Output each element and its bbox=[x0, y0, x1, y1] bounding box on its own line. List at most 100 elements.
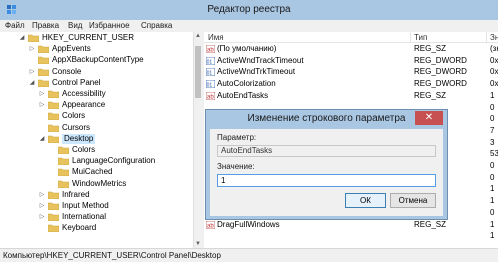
value-data-input[interactable]: 1 bbox=[217, 174, 436, 187]
svg-text:ab: ab bbox=[207, 94, 214, 100]
expander-icon[interactable] bbox=[48, 179, 56, 189]
value-row[interactable]: 01 AutoColorization REG_DWORD 0x bbox=[204, 79, 498, 89]
tree-node-label: MuiCached bbox=[72, 167, 113, 177]
value-row[interactable]: ab AutoEndTasks REG_SZ 1 bbox=[204, 91, 498, 101]
column-name[interactable]: Имя bbox=[208, 33, 224, 42]
string-value-icon: ab bbox=[206, 220, 215, 229]
svg-text:01: 01 bbox=[207, 59, 213, 65]
status-bar: Компьютер\HKEY_CURRENT_USER\Control Pane… bbox=[0, 248, 498, 262]
string-value-icon: ab bbox=[206, 91, 215, 100]
tree-node-label: Cursors bbox=[62, 122, 91, 132]
tree-node-label: Infrared bbox=[62, 189, 90, 199]
column-divider[interactable] bbox=[486, 32, 487, 43]
binary-value-icon: 01 bbox=[206, 68, 215, 77]
column-type[interactable]: Тип bbox=[414, 33, 427, 42]
value-data: 0x bbox=[490, 67, 498, 77]
value-data: 1 bbox=[490, 90, 495, 100]
folder-icon bbox=[38, 79, 49, 87]
value-data: 0 bbox=[490, 161, 495, 170]
expander-icon[interactable] bbox=[48, 167, 56, 177]
ok-button[interactable]: ОК bbox=[345, 193, 386, 208]
tree-node-label: AppEvents bbox=[52, 44, 91, 54]
tree-scrollbar[interactable]: ▲ ▼ bbox=[193, 32, 201, 248]
expander-icon[interactable] bbox=[48, 145, 56, 155]
value-data: 53 bbox=[490, 149, 498, 159]
expander-icon[interactable] bbox=[38, 123, 46, 133]
folder-icon bbox=[58, 180, 69, 188]
folder-icon bbox=[58, 169, 69, 177]
tree-node-label: Colors bbox=[72, 145, 96, 154]
value-row[interactable]: 01 ActiveWndTrackTimeout REG_DWORD 0x bbox=[204, 56, 498, 66]
menu-favorites[interactable]: Избранное bbox=[89, 21, 130, 30]
value-data: 0x bbox=[490, 55, 498, 65]
folder-icon bbox=[48, 101, 59, 110]
value-data: 1 bbox=[490, 219, 495, 229]
expander-icon[interactable]: ▷ bbox=[38, 190, 46, 200]
tree-node-label: HKEY_CURRENT_USER bbox=[42, 33, 135, 42]
svg-text:ab: ab bbox=[207, 223, 214, 229]
value-data: 0 bbox=[490, 114, 495, 124]
value-name-label: Параметр: bbox=[217, 133, 257, 142]
folder-icon bbox=[58, 146, 69, 154]
tree-node-label: Accessibility bbox=[62, 89, 106, 98]
tree-node-label: Desktop bbox=[62, 133, 96, 144]
expander-icon[interactable]: ▷ bbox=[38, 212, 46, 222]
expander-icon[interactable]: ◢ bbox=[18, 33, 26, 43]
menu-edit[interactable]: Правка bbox=[32, 21, 59, 30]
cancel-button[interactable]: Отмена bbox=[390, 193, 436, 208]
menu-view[interactable]: Вид bbox=[68, 21, 82, 30]
value-name-field: AutoEndTasks bbox=[217, 145, 436, 157]
expander-icon[interactable]: ▷ bbox=[38, 89, 46, 99]
svg-text:01: 01 bbox=[207, 71, 213, 77]
menu-file[interactable]: Файл bbox=[5, 21, 25, 30]
tree-node-label: Keyboard bbox=[62, 223, 97, 233]
value-data: 0 bbox=[490, 207, 495, 217]
expander-icon[interactable]: ▷ bbox=[28, 44, 36, 54]
value-data: 0 bbox=[490, 172, 495, 182]
value-name: DragFullWindows bbox=[217, 219, 280, 229]
title-bar[interactable]: Редактор реестра bbox=[0, 0, 498, 20]
expander-icon[interactable] bbox=[48, 156, 56, 166]
value-row[interactable]: ab(По умолчанию) REG_SZ (зн bbox=[204, 44, 498, 54]
folder-icon bbox=[48, 113, 59, 121]
value-row[interactable]: ab DragFullWindows REG_SZ 1 bbox=[204, 220, 498, 230]
expander-icon[interactable]: ◢ bbox=[38, 134, 46, 144]
menu-bar: Файл Правка Вид Избранное Справка bbox=[0, 20, 498, 32]
dialog-title: Изменение строкового параметра bbox=[247, 113, 406, 124]
expander-icon[interactable]: ▷ bbox=[38, 100, 46, 110]
expander-icon[interactable] bbox=[38, 111, 46, 121]
column-divider[interactable] bbox=[410, 32, 411, 43]
close-icon[interactable]: ✕ bbox=[415, 111, 443, 125]
value-name: AutoColorization bbox=[217, 79, 276, 89]
value-row[interactable]: 1 bbox=[204, 231, 498, 241]
expander-icon[interactable] bbox=[38, 223, 46, 233]
folder-icon bbox=[38, 45, 49, 54]
status-path: Компьютер\HKEY_CURRENT_USER\Control Pane… bbox=[3, 251, 221, 260]
expander-icon[interactable]: ▷ bbox=[28, 67, 36, 77]
tree-node-label: LanguageConfiguration bbox=[72, 156, 156, 166]
tree-node-label: Input Method bbox=[62, 201, 109, 210]
expander-icon[interactable]: ▷ bbox=[38, 201, 46, 211]
expander-icon[interactable]: ◢ bbox=[28, 78, 36, 88]
value-type: REG_SZ bbox=[414, 90, 447, 100]
value-data: 3 bbox=[490, 137, 495, 147]
value-type: REG_DWORD bbox=[414, 55, 467, 65]
value-data: 0x bbox=[490, 79, 498, 89]
folder-icon bbox=[48, 124, 59, 132]
value-data: 0 bbox=[490, 102, 495, 112]
key-tree: ◢ HKEY_CURRENT_USER ▷ AppEvents AppXBackupCo… bbox=[0, 32, 193, 248]
folder-icon bbox=[38, 68, 49, 76]
expander-icon[interactable] bbox=[28, 55, 36, 65]
tree-node-label: WindowMetrics bbox=[72, 178, 127, 188]
value-data: 1 bbox=[490, 231, 495, 241]
tree-node-label: International bbox=[62, 212, 107, 222]
tree-node-label: Appearance bbox=[62, 100, 106, 110]
column-value[interactable]: Зн bbox=[490, 33, 498, 42]
value-row[interactable]: 01 ActiveWndTrkTimeout REG_DWORD 0x bbox=[204, 67, 498, 77]
value-data: 1 bbox=[490, 184, 495, 194]
menu-help[interactable]: Справка bbox=[141, 21, 172, 30]
folder-icon bbox=[48, 135, 59, 143]
tree-node-label: Console bbox=[52, 66, 82, 76]
value-name: AutoEndTasks bbox=[217, 90, 269, 100]
value-type: REG_DWORD bbox=[414, 79, 467, 89]
